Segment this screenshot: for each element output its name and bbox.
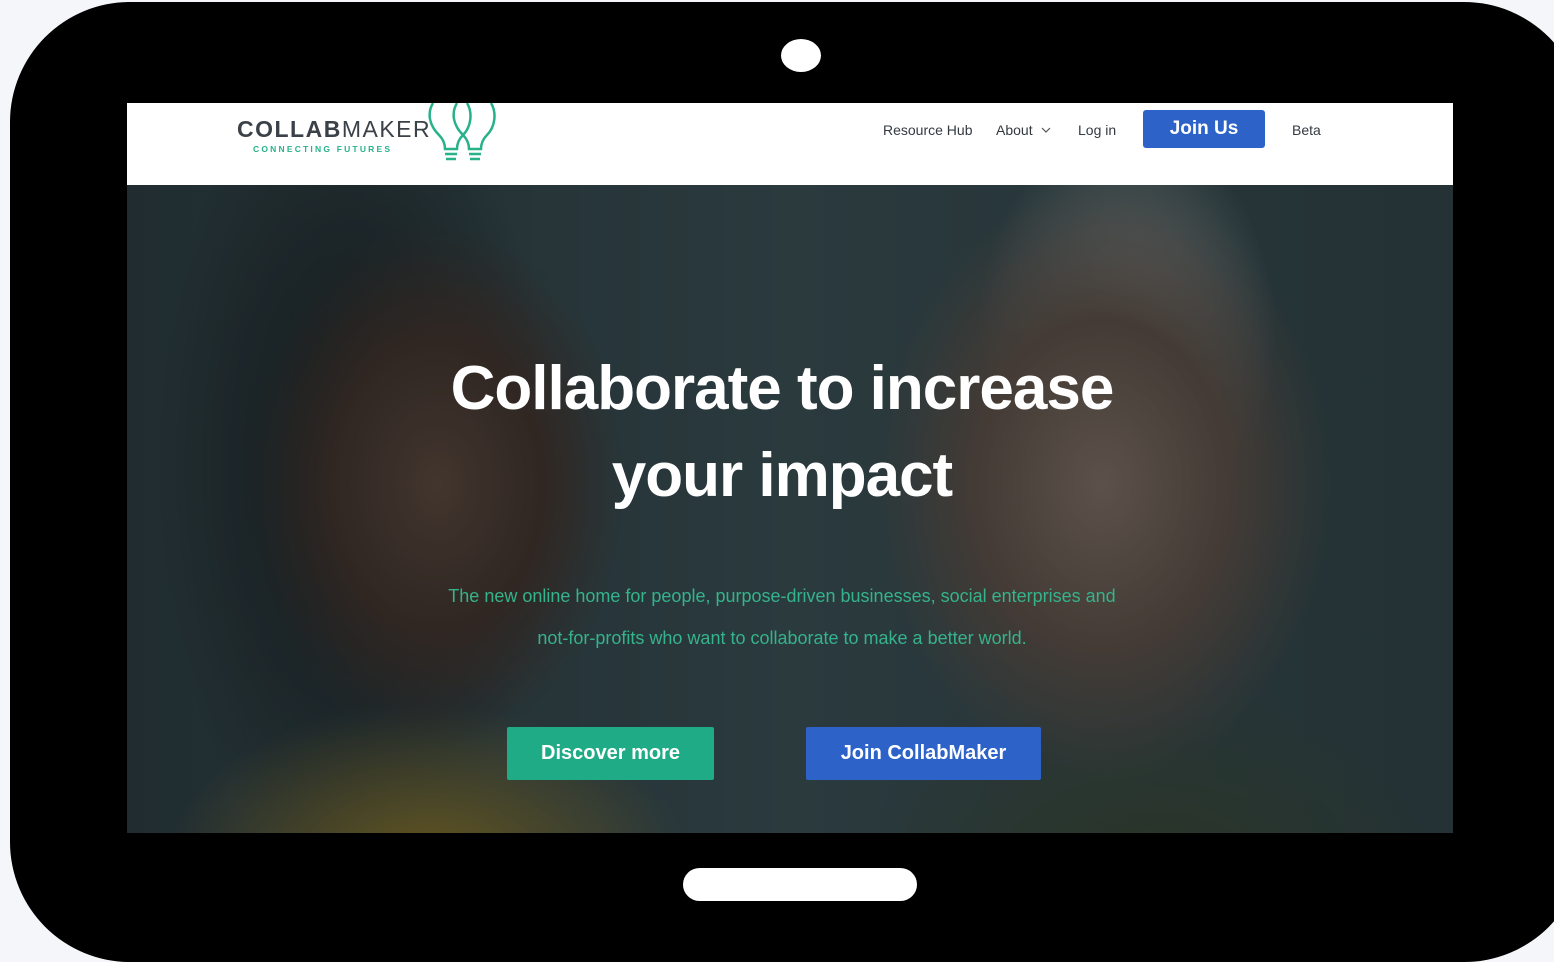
discover-more-button[interactable]: Discover more [507, 727, 714, 780]
screen: COLLABMAKER CONNECTING FUTURES Resource … [127, 103, 1453, 833]
join-us-button[interactable]: Join Us [1143, 110, 1265, 148]
site-header: COLLABMAKER CONNECTING FUTURES Resource … [127, 103, 1453, 185]
hero-title: Collaborate to increase your impact [127, 345, 1437, 519]
hero-title-line1: Collaborate to increase [450, 354, 1115, 423]
chevron-down-icon [1041, 127, 1051, 133]
hero-title-line2: your impact [611, 441, 953, 510]
hero-subtitle-line2: not-for-profits who want to collaborate … [537, 628, 1027, 648]
hero-section: Collaborate to increase your impact The … [127, 185, 1453, 833]
brand-name-bold: COLLAB [237, 116, 342, 142]
nav-about[interactable]: About [996, 103, 1051, 157]
nav-about-label: About [996, 122, 1033, 138]
hero-subtitle-line1: The new online home for people, purpose-… [448, 586, 1116, 606]
brand-name: COLLABMAKER [237, 116, 431, 143]
nav-log-in[interactable]: Log in [1078, 103, 1116, 157]
nav-resource-hub[interactable]: Resource Hub [883, 103, 973, 157]
hero-subtitle: The new online home for people, purpose-… [437, 575, 1127, 659]
join-collabmaker-button[interactable]: Join CollabMaker [806, 727, 1041, 780]
camera-icon [781, 39, 821, 72]
home-button[interactable] [683, 868, 917, 901]
brand-logo[interactable]: COLLABMAKER CONNECTING FUTURES [237, 103, 497, 185]
nav-beta[interactable]: Beta [1292, 103, 1321, 157]
brand-tagline: CONNECTING FUTURES [253, 144, 393, 154]
double-lightbulb-logo-icon [428, 103, 496, 161]
brand-name-light: MAKER [341, 116, 432, 142]
